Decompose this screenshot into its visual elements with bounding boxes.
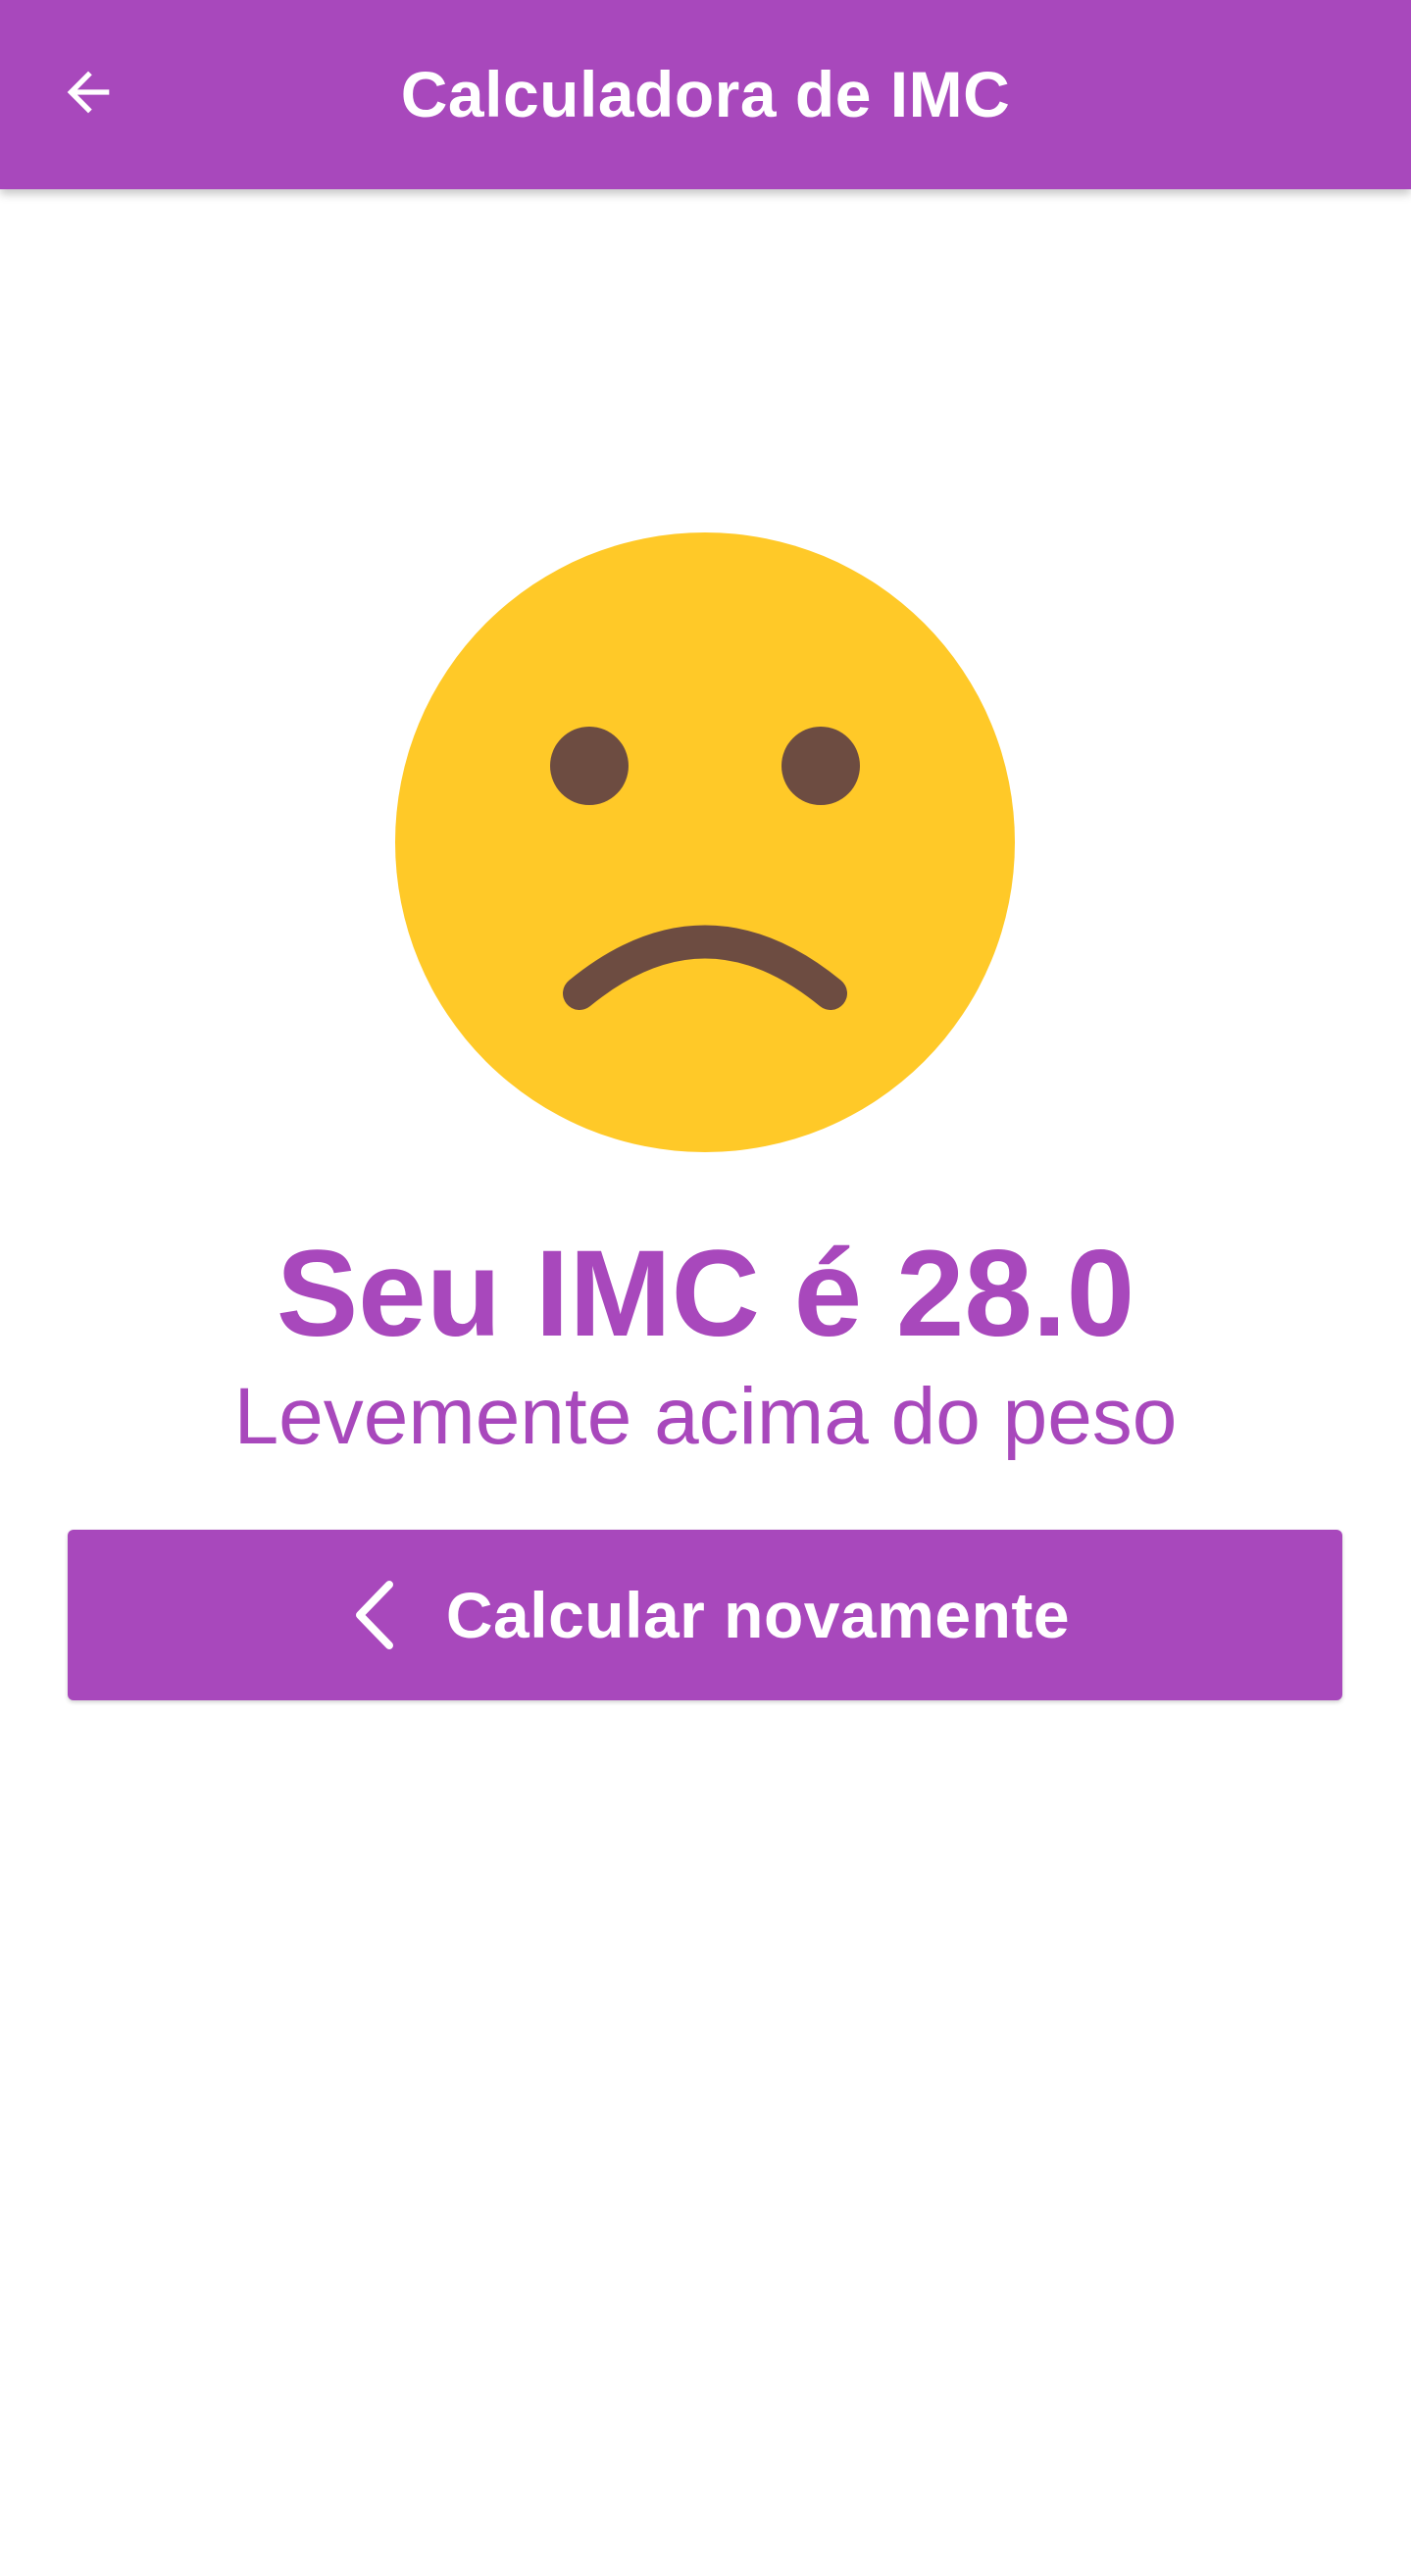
sad-face-icon	[395, 532, 1015, 1152]
recalculate-button-label: Calcular novamente	[445, 1579, 1071, 1651]
recalculate-button[interactable]: Calcular novamente	[68, 1530, 1342, 1700]
app-title: Calculadora de IMC	[400, 58, 1011, 130]
bmi-category: Levemente acima do peso	[233, 1372, 1178, 1461]
bmi-value: Seu IMC é 28.0	[276, 1226, 1135, 1362]
app-bar: Calculadora de IMC	[0, 0, 1411, 189]
app-screen: Calculadora de IMC Seu IMC é 28.0 Leveme…	[0, 0, 1411, 2576]
chevron-left-icon	[340, 1576, 409, 1654]
